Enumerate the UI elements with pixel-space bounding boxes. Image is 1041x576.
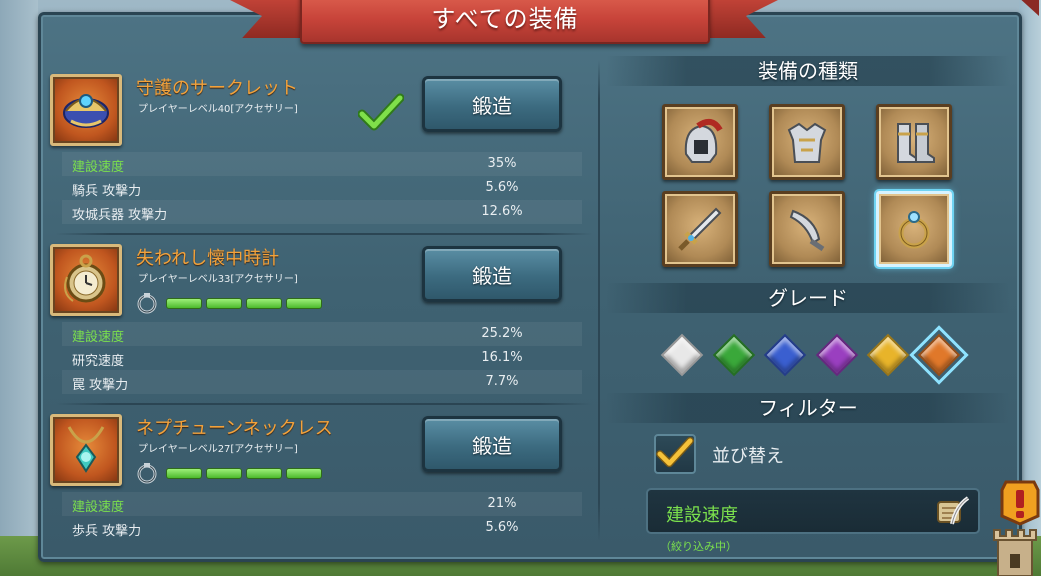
stat-label: 建設速度 [72, 500, 125, 515]
panel-divider [598, 60, 600, 542]
item-requirement: プレイヤーレベル27[アクセサリー] [138, 444, 298, 455]
equipment-item: 失われし懐中時計 プレイヤーレベル33[アクセサリー] 鍛造 建設速度 25.2… [48, 244, 588, 396]
stat-value: 21% [487, 496, 517, 511]
gem-slot-pip [246, 468, 282, 479]
equipment-type-heading: 装備の種類 [606, 56, 1010, 86]
scroll-quill-icon [937, 496, 970, 525]
item-divider [56, 403, 592, 405]
stat-label: 研究速度 [72, 354, 125, 369]
stat-value: 16.1% [481, 350, 523, 365]
pocket-watch-icon[interactable] [50, 244, 122, 316]
filter-selected-value: 建設速度 [666, 505, 738, 526]
equipment-item: 守護のサークレット プレイヤーレベル40[アクセサリー] 鍛造 建設速度 35%… [48, 74, 588, 226]
offhand-blade-icon [789, 209, 825, 252]
filter-heading: フィルター [606, 393, 1010, 423]
stat-value: 7.7% [485, 374, 519, 389]
stat-row: 建設速度 21% [62, 492, 582, 516]
check-icon [656, 437, 694, 468]
castle-tower-icon[interactable] [986, 520, 1041, 576]
stat-label: 建設速度 [72, 160, 125, 175]
equipment-item: ネプチューンネックレス プレイヤーレベル27[アクセサリー] 鍛造 建設速度 2… [48, 414, 588, 544]
gem-slot-icon [137, 463, 157, 484]
circlet-icon[interactable] [50, 74, 122, 146]
type-offhand[interactable] [769, 191, 845, 267]
forge-button[interactable]: 鍛造 [422, 76, 562, 132]
title-ribbon: すべての装備 [300, 0, 710, 44]
item-name: 失われし懐中時計 [136, 248, 280, 269]
gem-slot-pip [206, 298, 242, 309]
stat-label: 攻城兵器 攻撃力 [72, 208, 168, 223]
item-requirement: プレイヤーレベル40[アクセサリー] [138, 104, 298, 115]
page-title: すべての装備 [431, 4, 579, 33]
armor-icon [787, 122, 827, 163]
item-name: ネプチューンネックレス [136, 418, 333, 439]
item-name: 守護のサークレット [136, 78, 298, 99]
gem-slot-icon [137, 293, 157, 314]
gem-slot-pip [286, 468, 322, 479]
stat-row: 建設速度 25.2% [62, 322, 582, 346]
type-accessory[interactable] [876, 191, 952, 267]
stat-label: 建設速度 [72, 330, 125, 345]
item-divider [56, 233, 592, 235]
alert-icon[interactable] [1000, 478, 1040, 526]
forge-button[interactable]: 鍛造 [422, 416, 562, 472]
stat-value: 5.6% [485, 180, 519, 195]
stat-row: 罠 攻撃力 7.7% [62, 370, 582, 394]
stat-value: 25.2% [481, 326, 523, 341]
sword-icon [678, 207, 722, 251]
grade-heading: グレード [606, 283, 1010, 313]
stat-value: 12.6% [481, 204, 523, 219]
stat-label: 騎兵 攻撃力 [72, 184, 142, 199]
stat-value: 35% [487, 156, 517, 171]
gem-slot-bar [166, 468, 322, 479]
stat-row: 歩兵 攻撃力 5.6% [62, 516, 582, 540]
type-armor[interactable] [769, 104, 845, 180]
sort-label: 並び替え [712, 446, 784, 467]
necklace-icon[interactable] [50, 414, 122, 486]
boots-icon [897, 123, 935, 163]
type-helmet[interactable] [662, 104, 738, 180]
owned-check-icon [358, 93, 404, 131]
stat-row: 建設速度 35% [62, 152, 582, 176]
gem-slot-pip [246, 298, 282, 309]
type-weapon[interactable] [662, 191, 738, 267]
background-left [0, 0, 38, 576]
stat-row: 攻城兵器 攻撃力 12.6% [62, 200, 582, 224]
stat-value: 5.6% [485, 520, 519, 535]
stat-row: 研究速度 16.1% [62, 346, 582, 370]
stat-label: 歩兵 攻撃力 [72, 524, 142, 539]
gem-slot-pip [206, 468, 242, 479]
gem-slot-pip [166, 468, 202, 479]
stat-row: 騎兵 攻撃力 5.6% [62, 176, 582, 200]
type-boots[interactable] [876, 104, 952, 180]
item-requirement: プレイヤーレベル33[アクセサリー] [138, 274, 298, 285]
helmet-icon [684, 118, 723, 163]
gem-slot-bar [166, 298, 322, 309]
stat-label: 罠 攻撃力 [72, 378, 129, 393]
gem-slot-pip [166, 298, 202, 309]
sort-checkbox[interactable] [654, 434, 696, 474]
ring-icon [898, 211, 930, 249]
filter-status-note: （絞り込み中） [660, 540, 737, 553]
filter-select[interactable]: 建設速度 [646, 488, 980, 534]
gem-slot-pip [286, 298, 322, 309]
forge-button[interactable]: 鍛造 [422, 246, 562, 302]
